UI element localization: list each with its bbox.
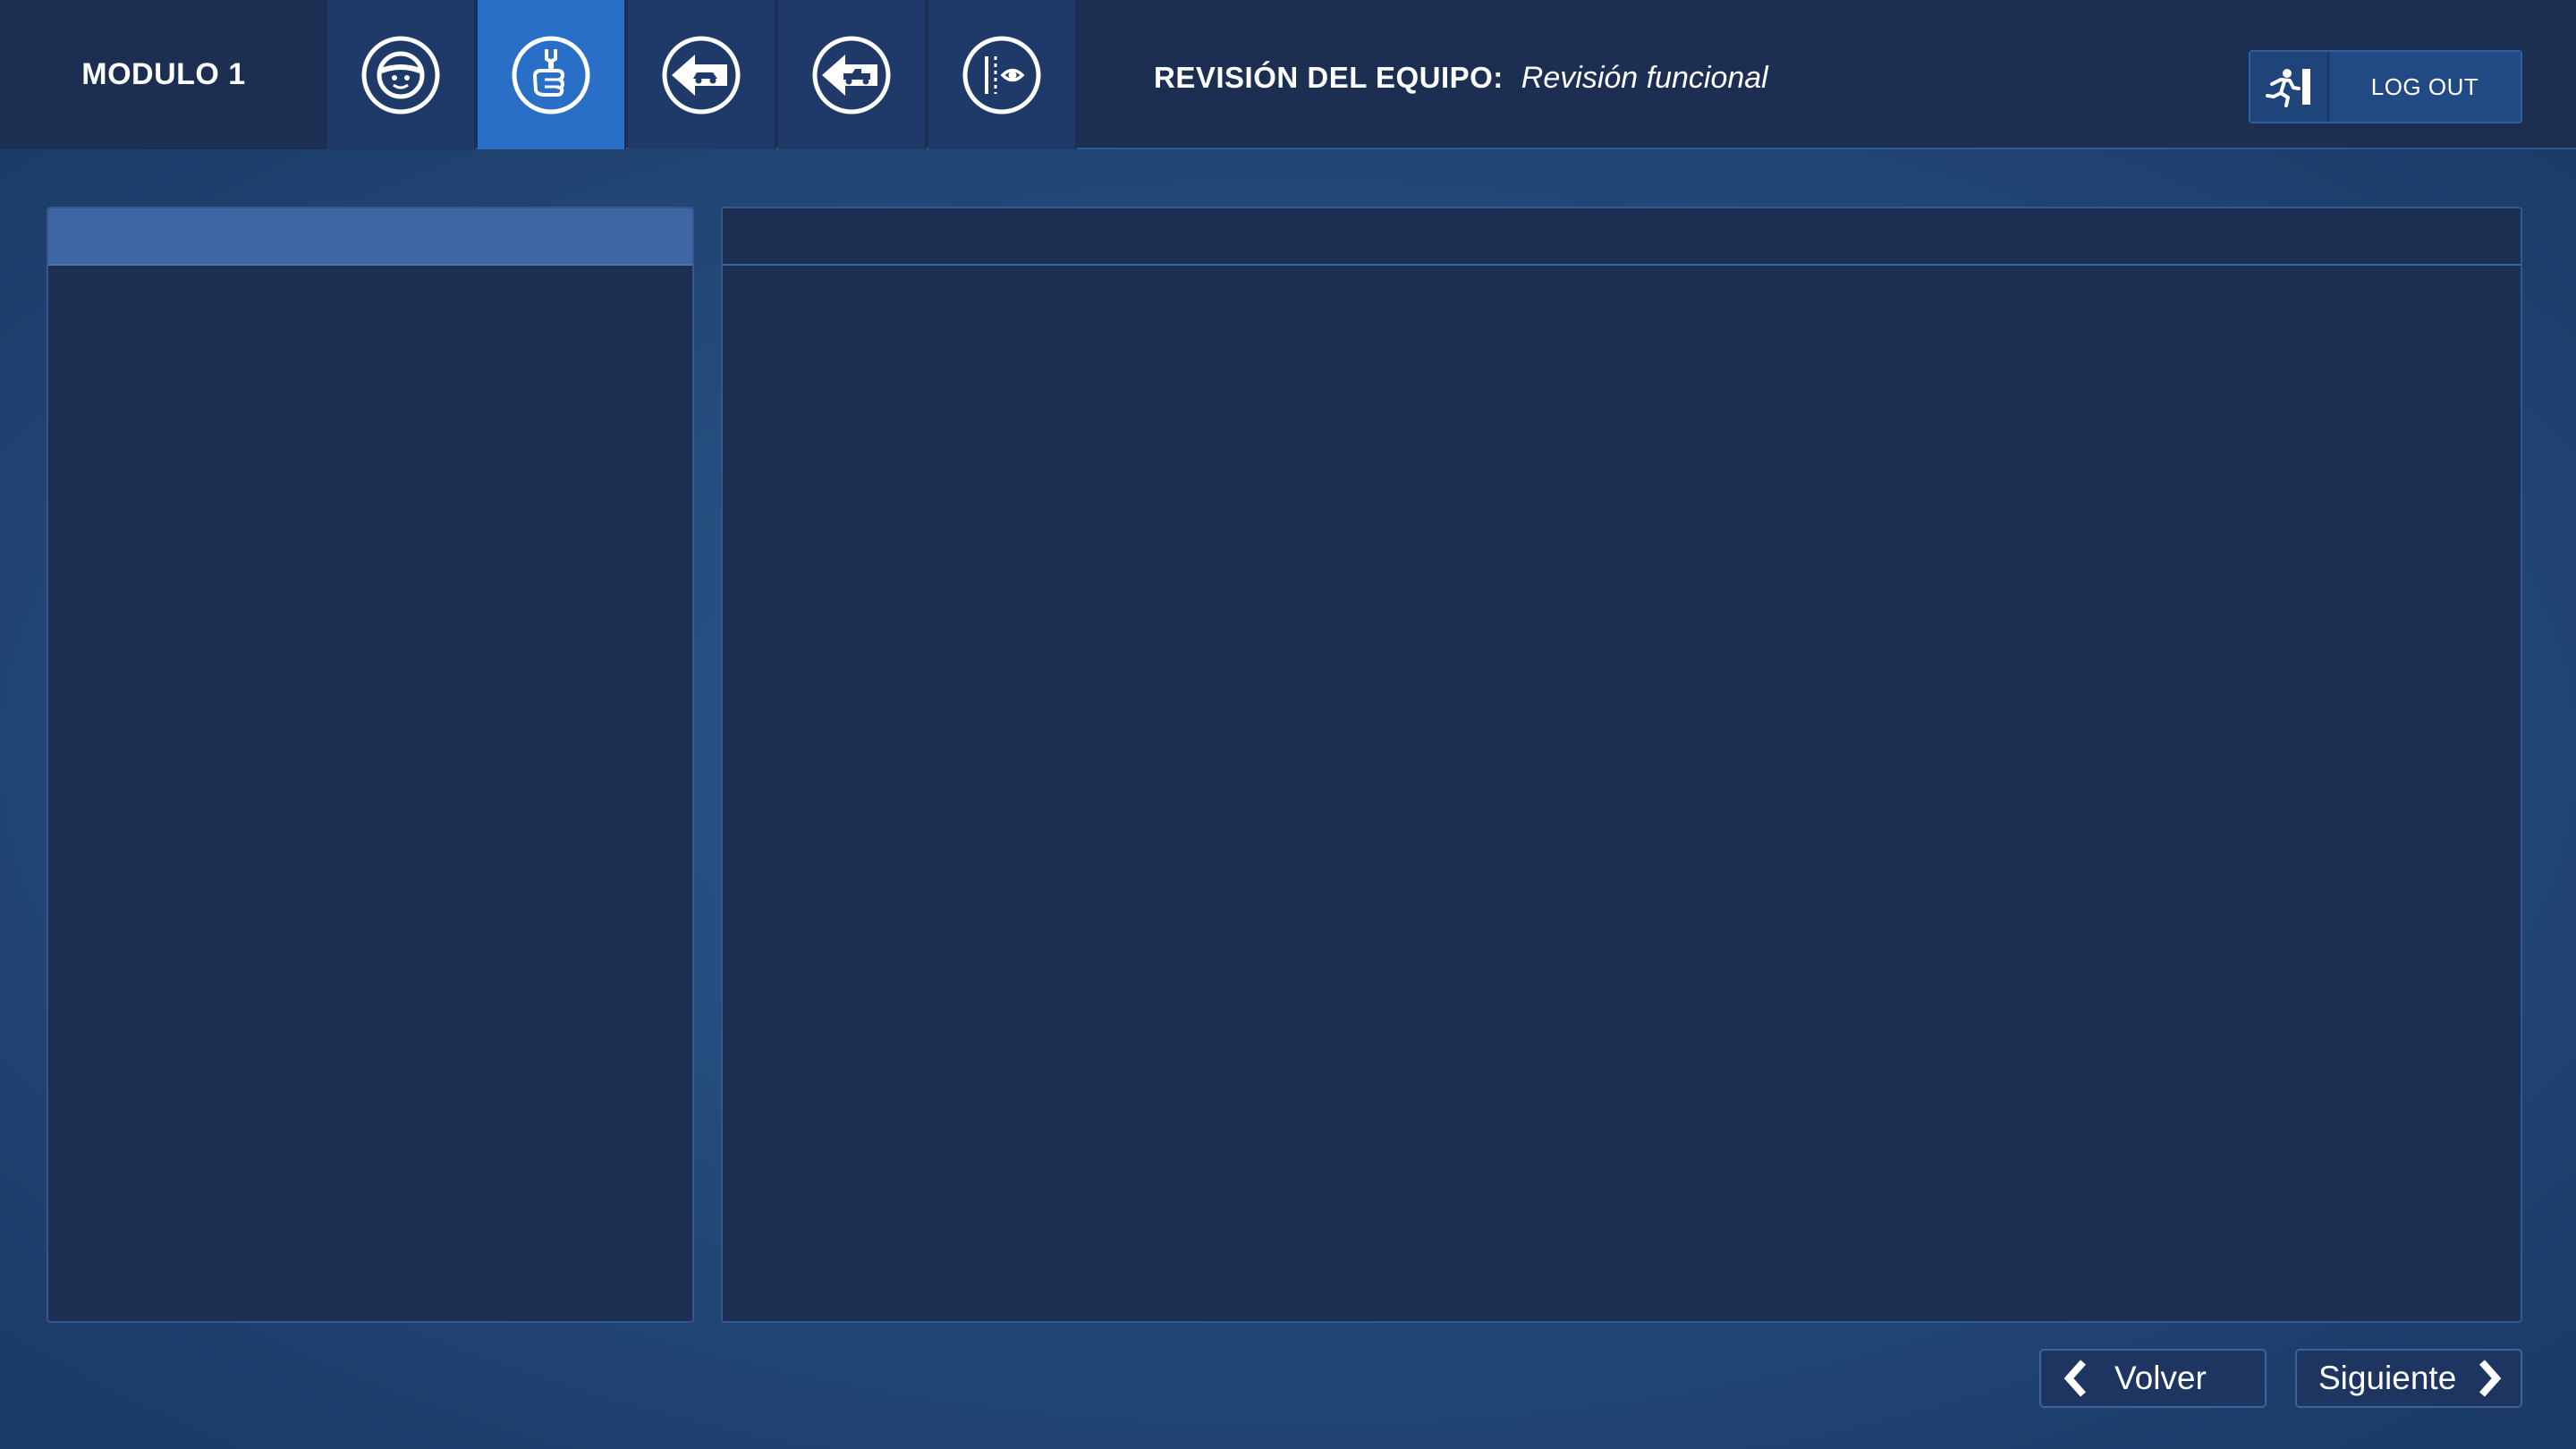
tab-equipment-check[interactable] [478, 0, 626, 149]
tab-reverse-truck[interactable] [778, 0, 927, 149]
tab-mirror-check[interactable] [928, 0, 1077, 149]
top-bar: MODULO 1 REVISIÓN DEL EQUIPO: Revisión f… [0, 0, 2576, 149]
left-panel-header [48, 208, 692, 266]
next-label: Siguiente [2318, 1360, 2457, 1396]
screen-title: REVISIÓN DEL EQUIPO: Revisión funcional [1154, 55, 1768, 100]
reverse-truck-icon [812, 36, 891, 114]
mirror-eye-icon [962, 36, 1041, 114]
section-title: REVISIÓN DEL EQUIPO: [1154, 61, 1504, 94]
back-label: Volver [2114, 1360, 2207, 1396]
driver-icon [361, 36, 440, 114]
chevron-right-icon [2479, 1360, 2502, 1397]
logout-button[interactable]: LOG OUT [2249, 50, 2522, 123]
reverse-car-icon [662, 36, 741, 114]
left-panel [47, 207, 694, 1323]
back-button[interactable]: Volver [2039, 1349, 2267, 1408]
section-subtitle: Revisión funcional [1521, 60, 1768, 95]
main-panel [721, 207, 2522, 1323]
tab-driver[interactable] [327, 0, 476, 149]
next-button[interactable]: Siguiente [2295, 1349, 2522, 1408]
exit-icon [2250, 52, 2329, 122]
thumbs-up-wrench-icon [512, 36, 590, 114]
main-panel-header [723, 208, 2521, 266]
module-title: MODULO 1 [0, 0, 327, 149]
chevron-left-icon [2063, 1360, 2086, 1397]
tab-reverse-car[interactable] [628, 0, 776, 149]
logout-label: LOG OUT [2370, 72, 2479, 100]
